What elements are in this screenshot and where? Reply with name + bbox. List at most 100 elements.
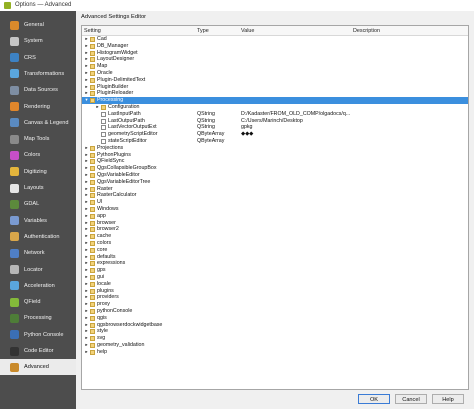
tree-row-value[interactable]: D:/Kadaster/FROM_OLD_COMP/olgadocs/q...: [241, 111, 350, 118]
tree-row-group[interactable]: ▸ Map: [82, 63, 468, 70]
tree-row-group[interactable]: ▸ core: [82, 247, 468, 254]
chevron-right-icon[interactable]: ▸: [84, 77, 89, 84]
tree-row-group[interactable]: ▸ qgis: [82, 315, 468, 322]
tree-row-group[interactable]: ▸ locale: [82, 281, 468, 288]
help-button[interactable]: Help: [432, 394, 464, 404]
tree-row-group[interactable]: ▸ Raster: [82, 186, 468, 193]
ok-button[interactable]: OK: [358, 394, 390, 404]
column-header-type[interactable]: Type: [197, 28, 209, 34]
chevron-right-icon[interactable]: ▸: [84, 56, 89, 63]
chevron-right-icon[interactable]: ▸: [84, 192, 89, 199]
chevron-right-icon[interactable]: ▸: [84, 240, 89, 247]
tree-row-group[interactable]: ▸ expressions: [82, 260, 468, 267]
tree-row-group[interactable]: ▸ PluginBuilder: [82, 84, 468, 91]
chevron-right-icon[interactable]: ▸: [84, 36, 89, 43]
chevron-right-icon[interactable]: ▸: [84, 281, 89, 288]
tree-row-group[interactable]: ▸ RasterCalculator: [82, 192, 468, 199]
sidebar-item-locator[interactable]: Locator: [0, 262, 76, 278]
sidebar-item-acceleration[interactable]: Acceleration: [0, 278, 76, 294]
chevron-right-icon[interactable]: ▸: [84, 43, 89, 50]
tree-row-group[interactable]: ▸ Windows: [82, 206, 468, 213]
chevron-right-icon[interactable]: ▸: [84, 322, 89, 329]
tree-row-group[interactable]: ▾ Processing: [82, 97, 468, 104]
chevron-right-icon[interactable]: ▸: [84, 342, 89, 349]
sidebar-item-processing[interactable]: Processing: [0, 310, 76, 326]
tree-row-group[interactable]: ▸ PluginReloader: [82, 90, 468, 97]
tree-row-setting[interactable]: geometryScriptEditor QByteArray ◆◆◆: [82, 131, 468, 138]
chevron-right-icon[interactable]: ▸: [84, 172, 89, 179]
chevron-right-icon[interactable]: ▸: [84, 158, 89, 165]
chevron-right-icon[interactable]: ▸: [84, 179, 89, 186]
chevron-right-icon[interactable]: ▸: [84, 206, 89, 213]
chevron-right-icon[interactable]: ▸: [84, 328, 89, 335]
chevron-right-icon[interactable]: ▸: [84, 84, 89, 91]
column-header-description[interactable]: Description: [353, 28, 380, 34]
tree-row-group[interactable]: ▸ colors: [82, 240, 468, 247]
chevron-right-icon[interactable]: ▸: [84, 349, 89, 356]
chevron-right-icon[interactable]: ▸: [84, 315, 89, 322]
column-header-value[interactable]: Value: [241, 28, 254, 34]
tree-row-group[interactable]: ▸ UI: [82, 199, 468, 206]
tree-row-group[interactable]: ▸ QgsCollapsibleGroupBox: [82, 165, 468, 172]
sidebar-item-system[interactable]: System: [0, 33, 76, 49]
tree-row-group[interactable]: ▸ QgsVariableEditorTree: [82, 179, 468, 186]
tree-row-group[interactable]: ▸ plugins: [82, 288, 468, 295]
tree-row-group[interactable]: ▸ LayoutDesigner: [82, 56, 468, 63]
tree-row-group[interactable]: ▸ browser2: [82, 226, 468, 233]
sidebar-item-digitizing[interactable]: Digitizing: [0, 164, 76, 180]
chevron-right-icon[interactable]: ▸: [84, 267, 89, 274]
tree-row-group[interactable]: ▸ HistogramWidget: [82, 50, 468, 57]
sidebar-item-advanced[interactable]: Advanced: [0, 359, 76, 376]
tree-row-group[interactable]: ▸ cache: [82, 233, 468, 240]
tree-row-setting[interactable]: LastVectorOutputExt QString gpkg: [82, 124, 468, 131]
tree-row-setting[interactable]: stateScriptEditor QByteArray: [82, 138, 468, 145]
tree-row-setting[interactable]: LastInputPath QString D:/Kadaster/FROM_OLD…: [82, 111, 468, 118]
tree-row-group[interactable]: ▸ defaults: [82, 254, 468, 261]
chevron-right-icon[interactable]: ▸: [84, 220, 89, 227]
chevron-right-icon[interactable]: ▸: [84, 186, 89, 193]
tree-row-group[interactable]: ▸ providers: [82, 294, 468, 301]
sidebar-item-network[interactable]: Network: [0, 245, 76, 261]
tree-row-value[interactable]: gpkg: [241, 124, 253, 131]
chevron-right-icon[interactable]: ▸: [84, 288, 89, 295]
tree-row-group[interactable]: ▸ Oracle: [82, 70, 468, 77]
chevron-right-icon[interactable]: ▸: [84, 152, 89, 159]
sidebar-item-crs[interactable]: CRS: [0, 50, 76, 66]
tree-row-group[interactable]: ▸ browser: [82, 220, 468, 227]
chevron-right-icon[interactable]: ▸: [84, 233, 89, 240]
sidebar-item-canvas-legend[interactable]: Canvas & Legend: [0, 115, 76, 131]
tree-row-group[interactable]: ▸ QFieldSync: [82, 158, 468, 165]
column-header-setting[interactable]: Setting: [84, 28, 101, 34]
tree-row-setting[interactable]: LastOutputPath QString C:/Users/Marinch/De…: [82, 118, 468, 125]
chevron-right-icon[interactable]: ▸: [84, 247, 89, 254]
sidebar-item-data-sources[interactable]: Data Sources: [0, 82, 76, 98]
chevron-right-icon[interactable]: ▸: [84, 260, 89, 267]
settings-tree[interactable]: Setting Type Value Description ▸ Cad ▸ DB_M…: [81, 25, 469, 390]
chevron-right-icon[interactable]: ▸: [84, 301, 89, 308]
tree-row-group[interactable]: ▸ PythonPlugins: [82, 152, 468, 159]
chevron-right-icon[interactable]: ▸: [84, 294, 89, 301]
sidebar-item-rendering[interactable]: Rendering: [0, 99, 76, 115]
sidebar-item-python-console[interactable]: Python Console: [0, 327, 76, 343]
chevron-right-icon[interactable]: ▸: [84, 165, 89, 172]
sidebar-item-map-tools[interactable]: Map Tools: [0, 131, 76, 147]
chevron-right-icon[interactable]: ▸: [84, 254, 89, 261]
tree-row-group[interactable]: ▸ svg: [82, 335, 468, 342]
chevron-right-icon[interactable]: ▸: [95, 104, 100, 111]
tree-row-group[interactable]: ▸ geometry_validation: [82, 342, 468, 349]
sidebar-item-gdal[interactable]: GDAL: [0, 196, 76, 212]
tree-row-group[interactable]: ▸ QgsVariableEditor: [82, 172, 468, 179]
tree-row-group[interactable]: ▸ proxy: [82, 301, 468, 308]
sidebar-item-layouts[interactable]: Layouts: [0, 180, 76, 196]
tree-row-group[interactable]: ▸ qgsbrowserdockwidgetbase: [82, 322, 468, 329]
chevron-right-icon[interactable]: ▸: [84, 308, 89, 315]
chevron-right-icon[interactable]: ▸: [84, 213, 89, 220]
tree-row-group[interactable]: ▸ Configuration: [82, 104, 468, 111]
sidebar-item-transformations[interactable]: Transformations: [0, 66, 76, 82]
sidebar-item-variables[interactable]: Variables: [0, 213, 76, 229]
tree-row-group[interactable]: ▸ style: [82, 328, 468, 335]
tree-row-group[interactable]: ▸ help: [82, 349, 468, 356]
tree-row-group[interactable]: ▸ Plugin-DelimitedText: [82, 77, 468, 84]
tree-row-group[interactable]: ▸ DB_Manager: [82, 43, 468, 50]
chevron-right-icon[interactable]: ▸: [84, 70, 89, 77]
